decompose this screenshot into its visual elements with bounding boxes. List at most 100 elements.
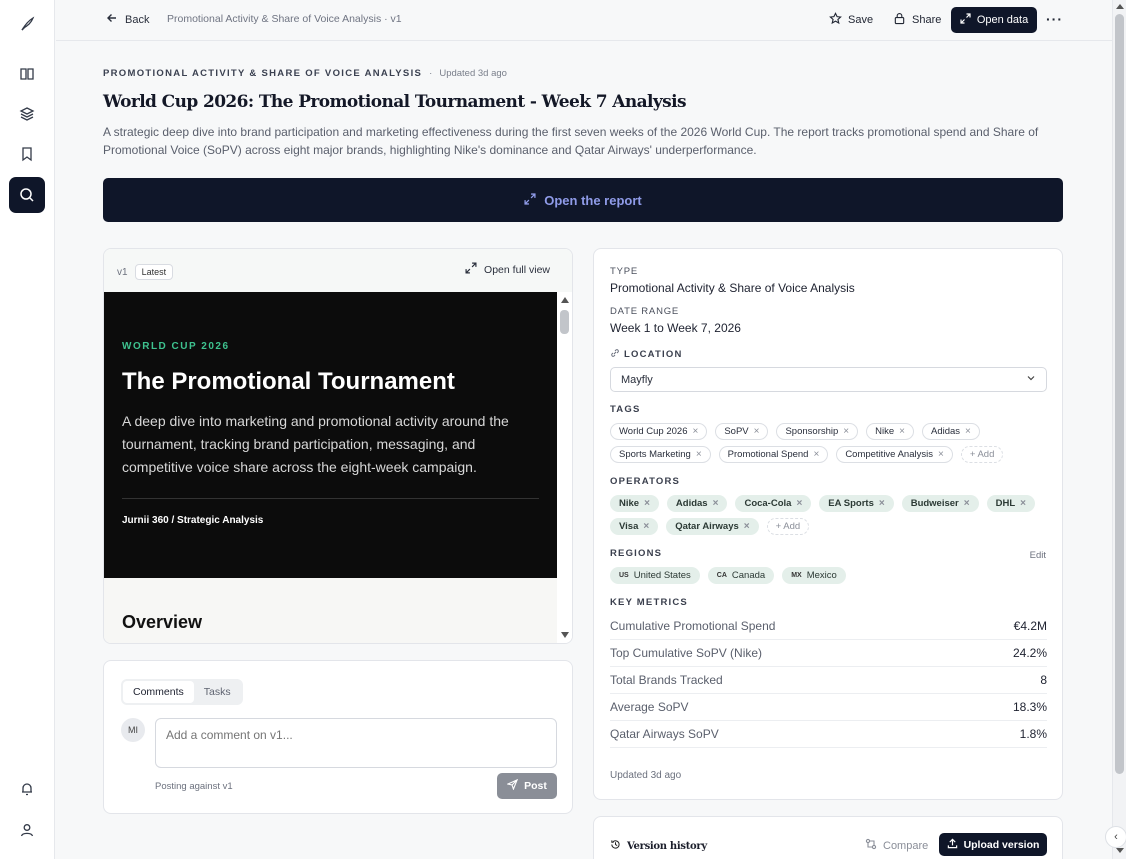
metric-key: Average SoPV: [610, 700, 689, 714]
hero-byline: Jurnii 360 / Strategic Analysis: [122, 515, 264, 526]
operator-chip[interactable]: DHL ×: [986, 495, 1035, 512]
operator-chip[interactable]: Coca-Cola ×: [735, 495, 812, 512]
operator-chip[interactable]: Visa ×: [610, 518, 659, 535]
preview-scrollbar-thumb[interactable]: [560, 310, 569, 334]
region-chip[interactable]: MX Mexico: [782, 567, 846, 584]
operator-chip[interactable]: Budweiser ×: [901, 495, 979, 512]
share-button[interactable]: Share: [893, 12, 941, 28]
operator-chip[interactable]: Nike ×: [610, 495, 659, 512]
close-icon[interactable]: ×: [744, 521, 750, 532]
close-icon[interactable]: ×: [879, 498, 885, 509]
operator-chip[interactable]: Adidas ×: [666, 495, 728, 512]
operator-chip[interactable]: Qatar Airways ×: [666, 518, 759, 535]
close-icon[interactable]: ×: [644, 498, 650, 509]
comments-tabs: Comments Tasks: [121, 679, 243, 705]
tag-chip[interactable]: Nike ×: [866, 423, 914, 440]
close-icon[interactable]: ×: [899, 426, 905, 437]
key-metrics-list: Cumulative Promotional Spend €4.2M Top Cu…: [610, 613, 1047, 748]
breadcrumb: Promotional Activity & Share of Voice An…: [167, 13, 402, 25]
location-label: LOCATION: [624, 349, 683, 360]
close-icon[interactable]: ×: [643, 521, 649, 532]
region-chip[interactable]: CA Canada: [707, 567, 775, 584]
more-options-button[interactable]: ···: [1046, 11, 1063, 27]
compare-button[interactable]: Compare: [865, 838, 928, 853]
edit-regions-button[interactable]: Edit: [1030, 550, 1046, 561]
close-icon[interactable]: ×: [713, 498, 719, 509]
tag-chip[interactable]: SoPV ×: [715, 423, 769, 440]
upload-version-button[interactable]: Upload version: [939, 833, 1047, 856]
metric-row: Top Cumulative SoPV (Nike) 24.2%: [610, 640, 1047, 667]
open-report-button[interactable]: Open the report: [103, 178, 1063, 222]
tab-tasks[interactable]: Tasks: [194, 681, 241, 703]
tag-chip[interactable]: Competitive Analysis ×: [836, 446, 953, 463]
add-operator-button[interactable]: + Add: [766, 518, 810, 535]
metric-value: 8: [1040, 673, 1047, 687]
history-icon: [610, 839, 621, 853]
chevron-down-icon: [1026, 373, 1036, 386]
region-label: United States: [633, 570, 691, 581]
open-data-button[interactable]: Open data: [951, 7, 1037, 33]
location-select[interactable]: Mayfly: [610, 367, 1047, 392]
collapse-panel-button[interactable]: ‹: [1105, 826, 1126, 848]
page-scrollbar[interactable]: [1112, 0, 1126, 859]
operator-label: Budweiser: [910, 498, 959, 509]
top-bar: Back Promotional Activity & Share of Voi…: [56, 0, 1112, 41]
report-preview-card: v1 Latest Open full view WORLD CUP 2026 …: [103, 248, 573, 644]
tab-comments[interactable]: Comments: [123, 681, 194, 703]
close-icon[interactable]: ×: [964, 498, 970, 509]
version-label: v1: [117, 266, 128, 278]
tag-chip[interactable]: Sponsorship ×: [776, 423, 859, 440]
layers-icon[interactable]: [9, 96, 45, 132]
metric-value: 1.8%: [1019, 727, 1047, 741]
version-indicator: v1 Latest: [117, 264, 174, 280]
metric-key: Total Brands Tracked: [610, 673, 723, 687]
key-metrics-label: KEY METRICS: [610, 597, 688, 608]
close-icon[interactable]: ×: [1020, 498, 1026, 509]
region-chip[interactable]: US United States: [610, 567, 700, 584]
post-button[interactable]: Post: [497, 773, 557, 799]
save-label: Save: [848, 14, 874, 26]
close-icon[interactable]: ×: [754, 426, 760, 437]
bell-icon[interactable]: [9, 771, 45, 807]
scroll-down-icon[interactable]: [1116, 848, 1124, 853]
scrollbar-thumb[interactable]: [1115, 14, 1124, 774]
operator-label: Coca-Cola: [744, 498, 792, 509]
close-icon[interactable]: ×: [692, 426, 698, 437]
search-icon[interactable]: [9, 177, 45, 213]
expand-icon: [465, 262, 477, 277]
metric-key: Top Cumulative SoPV (Nike): [610, 646, 763, 660]
bookmark-icon[interactable]: [9, 136, 45, 172]
close-icon[interactable]: ×: [938, 449, 944, 460]
quill-logo-icon[interactable]: [9, 6, 45, 42]
operator-label: Qatar Airways: [675, 521, 739, 532]
tag-chip[interactable]: World Cup 2026 ×: [610, 423, 708, 440]
close-icon[interactable]: ×: [965, 426, 971, 437]
add-tag-button[interactable]: + Add: [960, 446, 1004, 463]
save-button[interactable]: Save: [829, 12, 873, 28]
scroll-down-icon[interactable]: [561, 632, 569, 638]
scroll-up-icon[interactable]: [1116, 4, 1124, 9]
hero-divider: [122, 498, 539, 499]
scroll-up-icon[interactable]: [561, 297, 569, 303]
open-full-view-button[interactable]: Open full view: [465, 262, 550, 277]
back-button[interactable]: Back: [106, 12, 149, 27]
hero-title: The Promotional Tournament: [122, 368, 455, 395]
close-icon[interactable]: ×: [813, 449, 819, 460]
close-icon[interactable]: ×: [796, 498, 802, 509]
tag-chip[interactable]: Promotional Spend ×: [718, 446, 829, 463]
comment-input[interactable]: [155, 718, 557, 768]
preview-scrollbar[interactable]: [557, 292, 572, 643]
metric-value: €4.2M: [1013, 619, 1047, 633]
compare-label: Compare: [883, 839, 929, 852]
tag-chip[interactable]: Sports Marketing ×: [610, 446, 711, 463]
compare-icon: [865, 838, 877, 853]
operator-chip[interactable]: EA Sports ×: [819, 495, 894, 512]
tag-chip[interactable]: Adidas ×: [921, 423, 980, 440]
operator-label: Adidas: [675, 498, 708, 509]
close-icon[interactable]: ×: [696, 449, 702, 460]
book-icon[interactable]: [9, 56, 45, 92]
close-icon[interactable]: ×: [843, 426, 849, 437]
version-history-title: Version history: [610, 839, 707, 853]
user-icon[interactable]: [9, 812, 45, 848]
latest-badge: Latest: [134, 264, 174, 280]
